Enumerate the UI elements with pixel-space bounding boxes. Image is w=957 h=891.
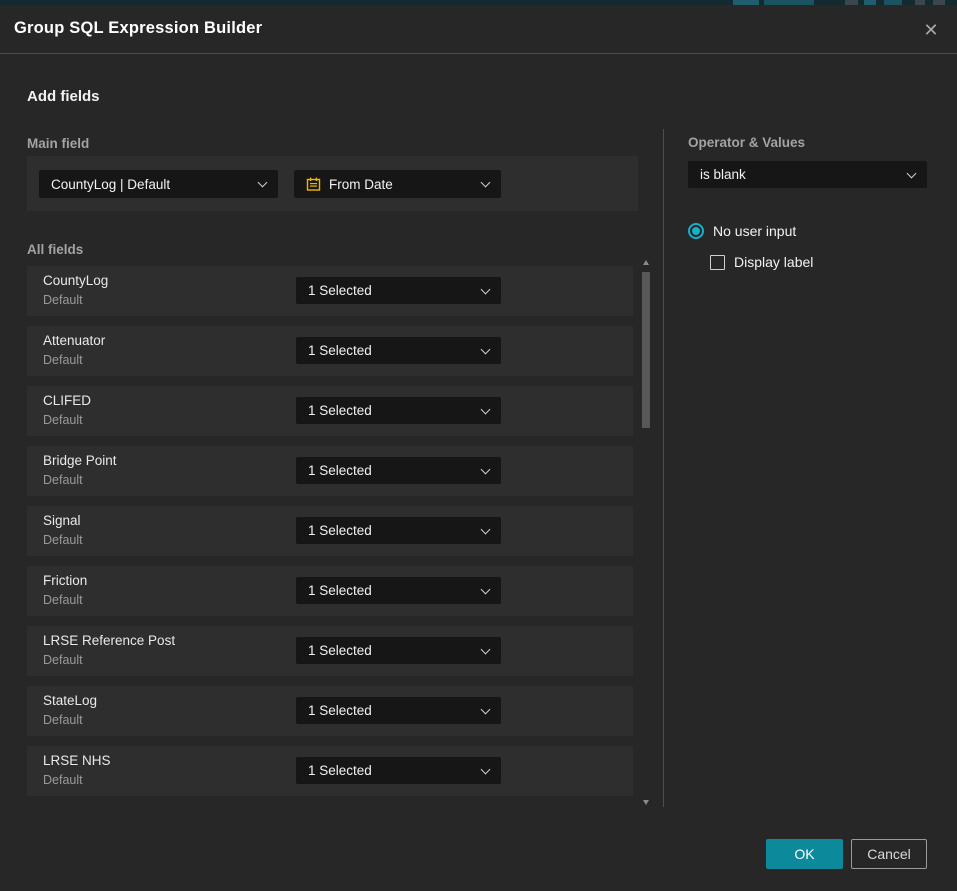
field-selected-dropdown[interactable]: 1 Selected — [296, 457, 501, 484]
chevron-down-icon — [481, 764, 491, 774]
field-row[interactable]: Bridge Point Default 1 Selected — [27, 446, 633, 496]
cancel-button[interactable]: Cancel — [851, 839, 927, 869]
all-fields-list: CountyLog Default 1 Selected Attenuator … — [27, 266, 633, 806]
field-subtitle: Default — [43, 773, 83, 787]
field-row[interactable]: CLIFED Default 1 Selected — [27, 386, 633, 436]
field-selected-value: 1 Selected — [308, 343, 372, 358]
chevron-down-icon — [481, 584, 491, 594]
main-field-date-dropdown[interactable]: From Date — [294, 170, 501, 198]
field-subtitle: Default — [43, 713, 83, 727]
main-field-panel: CountyLog | Default From Date — [27, 156, 638, 211]
scroll-down-icon[interactable] — [643, 800, 649, 805]
field-selected-value: 1 Selected — [308, 463, 372, 478]
no-user-input-radio[interactable]: No user input — [688, 223, 796, 239]
chevron-down-icon — [481, 704, 491, 714]
field-name: LRSE NHS — [43, 753, 111, 768]
calendar-icon — [306, 177, 321, 192]
screen: Group SQL Expression Builder ✕ Add field… — [0, 0, 957, 891]
field-subtitle: Default — [43, 293, 83, 307]
field-subtitle: Default — [43, 353, 83, 367]
field-selected-dropdown[interactable]: 1 Selected — [296, 517, 501, 544]
field-subtitle: Default — [43, 653, 83, 667]
chevron-down-icon — [481, 524, 491, 534]
field-selected-value: 1 Selected — [308, 763, 372, 778]
sql-expression-builder-dialog: Group SQL Expression Builder ✕ Add field… — [0, 5, 957, 891]
field-name: StateLog — [43, 693, 97, 708]
main-field-source-value: CountyLog | Default — [51, 177, 170, 192]
field-selected-dropdown[interactable]: 1 Selected — [296, 337, 501, 364]
field-name: Friction — [43, 573, 87, 588]
field-name: LRSE Reference Post — [43, 633, 175, 648]
chevron-down-icon — [481, 344, 491, 354]
field-selected-dropdown[interactable]: 1 Selected — [296, 697, 501, 724]
field-name: CLIFED — [43, 393, 91, 408]
chevron-down-icon — [481, 464, 491, 474]
chevron-down-icon — [258, 178, 268, 188]
field-selected-value: 1 Selected — [308, 703, 372, 718]
chevron-down-icon — [481, 404, 491, 414]
field-selected-dropdown[interactable]: 1 Selected — [296, 577, 501, 604]
field-selected-value: 1 Selected — [308, 523, 372, 538]
field-row[interactable]: StateLog Default 1 Selected — [27, 686, 633, 736]
field-selected-dropdown[interactable]: 1 Selected — [296, 637, 501, 664]
field-subtitle: Default — [43, 413, 83, 427]
chevron-down-icon — [481, 284, 491, 294]
radio-dot — [692, 227, 700, 235]
scrollbar-thumb[interactable] — [642, 272, 650, 428]
all-fields-label: All fields — [27, 242, 83, 257]
operator-values-label: Operator & Values — [688, 135, 805, 150]
field-subtitle: Default — [43, 473, 83, 487]
dialog-titlebar: Group SQL Expression Builder ✕ — [0, 5, 957, 53]
radio-selected-icon — [688, 223, 704, 239]
field-name: Signal — [43, 513, 81, 528]
operator-value: is blank — [700, 167, 746, 182]
field-row[interactable]: LRSE NHS Default 1 Selected — [27, 746, 633, 796]
ok-button[interactable]: OK — [766, 839, 843, 869]
close-icon[interactable]: ✕ — [918, 17, 944, 43]
operator-dropdown[interactable]: is blank — [688, 161, 927, 188]
list-scrollbar[interactable] — [641, 258, 651, 807]
field-selected-value: 1 Selected — [308, 583, 372, 598]
no-user-input-label: No user input — [713, 223, 796, 239]
field-subtitle: Default — [43, 593, 83, 607]
main-field-label: Main field — [27, 136, 89, 151]
field-selected-dropdown[interactable]: 1 Selected — [296, 397, 501, 424]
field-selected-value: 1 Selected — [308, 643, 372, 658]
field-selected-dropdown[interactable]: 1 Selected — [296, 277, 501, 304]
display-label-text: Display label — [734, 254, 813, 270]
main-field-source-dropdown[interactable]: CountyLog | Default — [39, 170, 278, 198]
field-row[interactable]: Attenuator Default 1 Selected — [27, 326, 633, 376]
field-row[interactable]: CountyLog Default 1 Selected — [27, 266, 633, 316]
field-selected-value: 1 Selected — [308, 403, 372, 418]
field-row[interactable]: Signal Default 1 Selected — [27, 506, 633, 556]
field-row[interactable]: Friction Default 1 Selected — [27, 566, 633, 616]
field-name: Attenuator — [43, 333, 105, 348]
field-name: Bridge Point — [43, 453, 117, 468]
panel-divider — [663, 129, 664, 807]
chevron-down-icon — [907, 168, 917, 178]
field-row[interactable]: LRSE Reference Post Default 1 Selected — [27, 626, 633, 676]
titlebar-divider — [0, 53, 957, 54]
main-field-date-value: From Date — [329, 177, 393, 192]
dialog-title: Group SQL Expression Builder — [14, 19, 262, 38]
chevron-down-icon — [481, 178, 491, 188]
field-name: CountyLog — [43, 273, 108, 288]
field-selected-dropdown[interactable]: 1 Selected — [296, 757, 501, 784]
checkbox-unchecked-icon[interactable] — [710, 255, 725, 270]
field-selected-value: 1 Selected — [308, 283, 372, 298]
chevron-down-icon — [481, 644, 491, 654]
add-fields-heading: Add fields — [27, 88, 100, 105]
field-subtitle: Default — [43, 533, 83, 547]
display-label-checkbox-row[interactable]: Display label — [710, 254, 813, 270]
scroll-up-icon[interactable] — [643, 260, 649, 265]
